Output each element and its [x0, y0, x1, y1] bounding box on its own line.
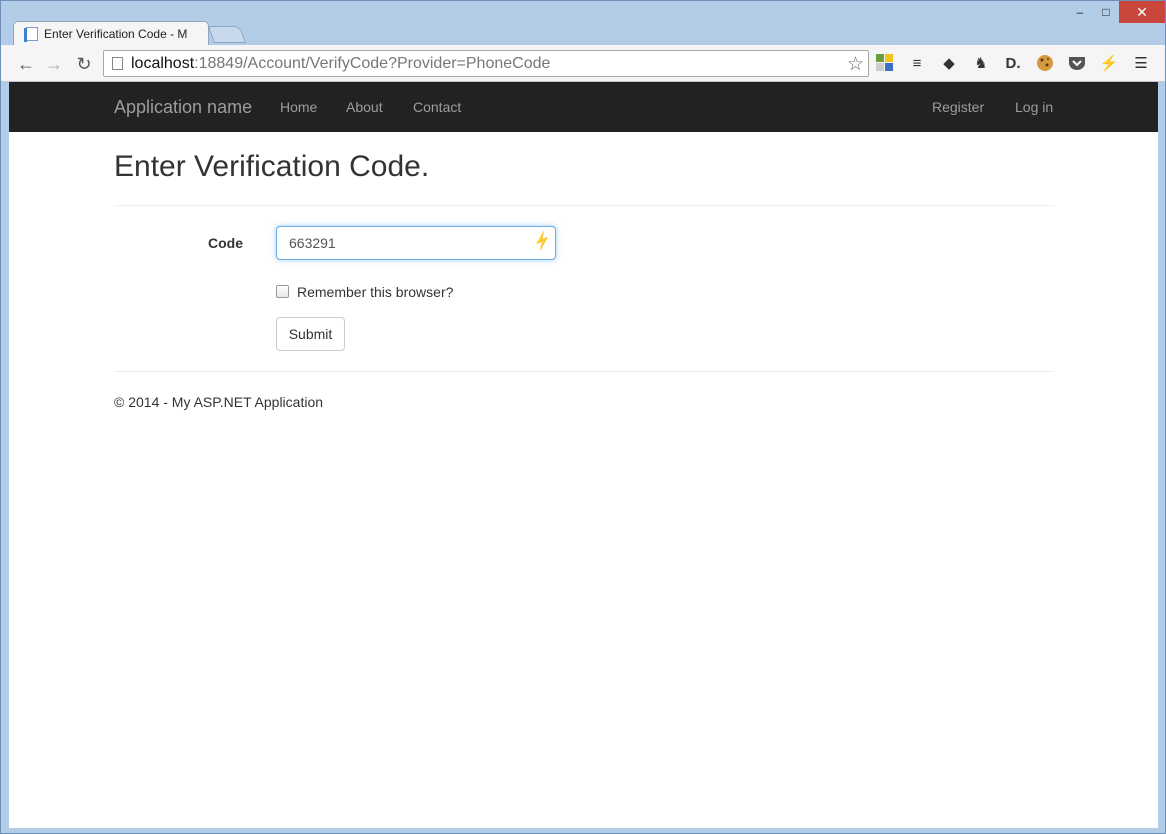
- url-host: localhost: [131, 54, 195, 72]
- title-bar: ‒ □ ✕ Enter Verification Code - M: [1, 1, 1165, 46]
- menu-hamburger-icon[interactable]: ☰: [1131, 53, 1151, 73]
- nav-contact-link[interactable]: Contact: [413, 99, 461, 115]
- browser-window: ‒ □ ✕ Enter Verification Code - M ← → ↻ …: [0, 0, 1166, 834]
- brand-link[interactable]: Application name: [114, 97, 252, 118]
- browser-toolbar: ← → ↻ localhost:18849/Account/VerifyCode…: [1, 45, 1165, 82]
- page-viewport: Application name Home About Contact Regi…: [9, 82, 1158, 828]
- extension-lastpass-wand-icon[interactable]: ⚡: [1099, 53, 1119, 73]
- extension-pocket-icon[interactable]: [1067, 53, 1087, 73]
- extension-disqus-icon[interactable]: D.: [1003, 53, 1023, 73]
- extension-colorblocks-icon[interactable]: [875, 53, 895, 73]
- browser-tab-active[interactable]: Enter Verification Code - M: [13, 21, 209, 46]
- footer-divider: [114, 371, 1054, 372]
- minimize-button[interactable]: ‒: [1067, 1, 1093, 23]
- window-controls: ‒ □ ✕: [1067, 1, 1165, 23]
- nav-login-link[interactable]: Log in: [1015, 99, 1053, 115]
- address-bar[interactable]: localhost:18849/Account/VerifyCode?Provi…: [103, 50, 869, 77]
- remember-browser-label[interactable]: Remember this browser?: [297, 284, 453, 300]
- tab-title: Enter Verification Code - M: [44, 27, 188, 41]
- close-window-button[interactable]: ✕: [1119, 1, 1165, 23]
- bookmark-star-icon[interactable]: ☆: [847, 53, 864, 76]
- extension-feedly-icon[interactable]: ◆: [939, 53, 959, 73]
- page-info-icon: [112, 57, 123, 70]
- nav-home-link[interactable]: Home: [280, 99, 317, 115]
- code-label: Code: [208, 235, 243, 251]
- submit-button[interactable]: Submit: [276, 317, 345, 351]
- extension-evernote-icon[interactable]: ♞: [971, 53, 991, 73]
- footer-copyright: © 2014 - My ASP.NET Application: [114, 394, 324, 410]
- nav-register-link[interactable]: Register: [932, 99, 984, 115]
- remember-browser-checkbox[interactable]: [276, 285, 289, 298]
- nav-about-link[interactable]: About: [346, 99, 383, 115]
- title-divider: [114, 205, 1054, 206]
- reload-icon[interactable]: ↻: [73, 53, 95, 75]
- forward-arrow-icon[interactable]: →: [43, 53, 65, 75]
- code-input[interactable]: [276, 226, 556, 260]
- extension-cookie-icon[interactable]: [1035, 53, 1055, 73]
- back-arrow-icon[interactable]: ←: [15, 53, 37, 75]
- maximize-button[interactable]: □: [1093, 1, 1119, 23]
- site-navbar: Application name Home About Contact Regi…: [9, 82, 1158, 132]
- new-tab-button[interactable]: [207, 26, 247, 43]
- page-title: Enter Verification Code.: [114, 150, 430, 183]
- url-path: :18849/Account/VerifyCode?Provider=Phone…: [194, 54, 551, 72]
- page-favicon-icon: [24, 27, 38, 42]
- extension-buffer-icon[interactable]: ≡: [907, 53, 927, 73]
